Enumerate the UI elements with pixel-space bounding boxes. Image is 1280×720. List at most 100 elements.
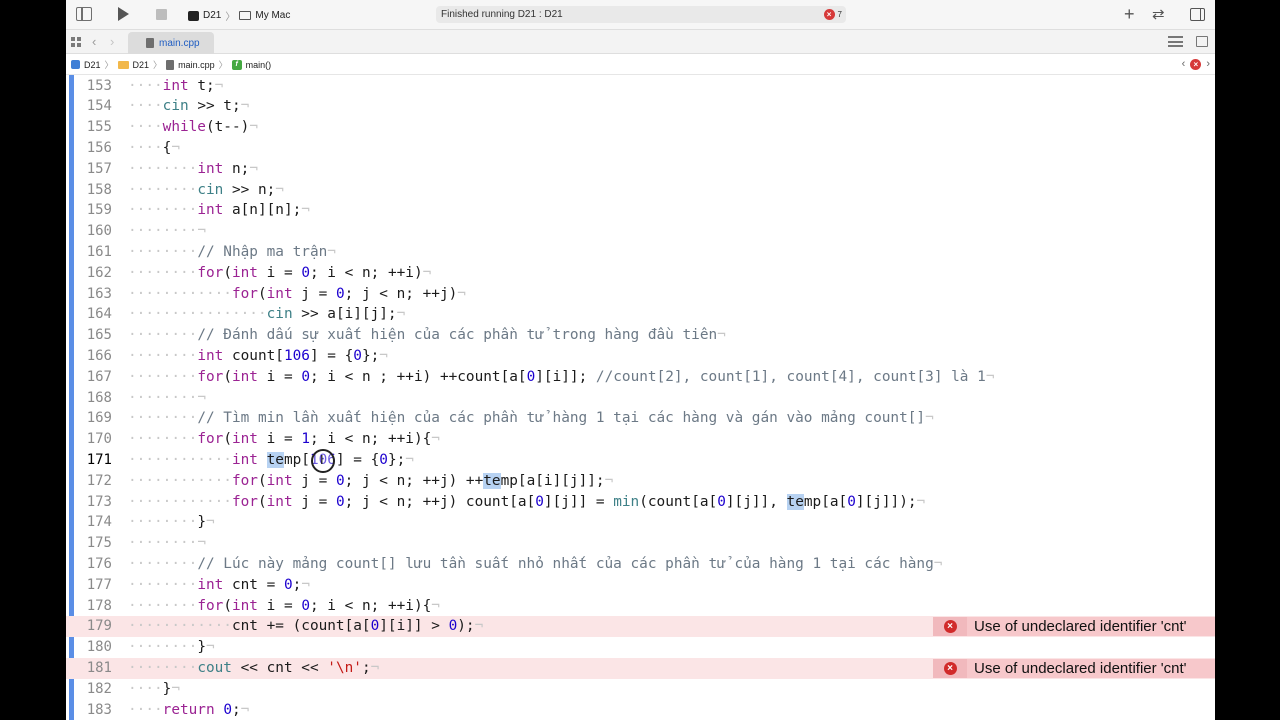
code-line[interactable]: 170 ········for(int i = 1; i < n; ++i){¬ [66, 429, 1215, 450]
code-text: ····cin >> t;¬ [128, 98, 250, 115]
code-line[interactable]: 180 ········}¬ [66, 637, 1215, 658]
destination-label: My Mac [255, 10, 291, 21]
line-number: 164 [86, 306, 112, 323]
scheme-selector[interactable]: D21 〉 My Mac [188, 8, 290, 23]
line-number: 179 [86, 618, 112, 635]
plus-icon[interactable]: + [1124, 4, 1135, 25]
line-number: 165 [86, 327, 112, 344]
code-text: ········for(int i = 0; i < n; ++i)¬ [128, 264, 432, 281]
code-line[interactable]: 169 ········// Tìm min lần xuất hiện của … [66, 408, 1215, 429]
code-line[interactable]: 183 ····return 0;¬ [66, 700, 1215, 720]
code-line[interactable]: 157 ········int n;¬ [66, 159, 1215, 180]
error-icon[interactable]: × [1190, 58, 1202, 70]
editor-options-icon[interactable] [1168, 36, 1183, 47]
code-line[interactable]: 174 ········}¬ [66, 512, 1215, 533]
line-number: 178 [86, 597, 112, 614]
code-line[interactable]: 153 ····int t;¬ [66, 76, 1215, 97]
line-number: 177 [86, 576, 112, 593]
chevron-left-icon[interactable]: ‹ [1182, 58, 1186, 70]
code-text: ············int temp[106] = {0};¬ [128, 451, 414, 468]
line-number: 156 [86, 139, 112, 156]
split-editor-icon[interactable] [1196, 36, 1208, 47]
error-annotation[interactable]: × Use of undeclared identifier 'cnt' [933, 617, 1215, 637]
code-text: ········}¬ [128, 639, 215, 656]
code-line[interactable]: 166 ········int count[106] = {0};¬ [66, 346, 1215, 367]
code-line[interactable]: 154 ····cin >> t;¬ [66, 96, 1215, 117]
code-line[interactable]: 163 ············for(int j = 0; j < n; ++j… [66, 284, 1215, 305]
error-message: Use of undeclared identifier 'cnt' [974, 659, 1187, 677]
toolbar: D21 〉 My Mac Finished running D21 : D21 … [66, 0, 1215, 30]
code-line[interactable]: 168 ········¬ [66, 388, 1215, 409]
code-line[interactable]: 156 ····{¬ [66, 138, 1215, 159]
line-number: 174 [86, 514, 112, 531]
code-text: ········¬ [128, 535, 206, 552]
code-text: ····int t;¬ [128, 77, 224, 94]
chevron-right-icon[interactable]: › [110, 34, 114, 49]
sidebar-icon[interactable] [76, 7, 92, 21]
stop-icon[interactable] [156, 9, 167, 20]
code-line[interactable]: 172 ············for(int j = 0; j < n; ++j… [66, 471, 1215, 492]
code-line[interactable]: 159 ········int a[n][n];¬ [66, 200, 1215, 221]
code-line[interactable]: 164 ················cin >> a[i][j];¬ [66, 304, 1215, 325]
activity-status[interactable]: Finished running D21 : D21 × 7 [436, 6, 846, 23]
code-line[interactable]: 176 ········// Lúc này mảng count[] lưu t… [66, 554, 1215, 575]
file-icon [146, 38, 154, 48]
code-text: ········}¬ [128, 514, 215, 531]
code-line[interactable]: 182 ····}¬ [66, 679, 1215, 700]
line-number: 181 [86, 659, 112, 676]
line-number: 163 [86, 285, 112, 302]
jump-folder[interactable]: D21 [117, 60, 149, 70]
code-line[interactable]: 155 ····while(t--)¬ [66, 117, 1215, 138]
chevron-right-icon[interactable]: › [1206, 58, 1210, 70]
code-text: ········int n;¬ [128, 160, 258, 177]
code-line[interactable]: 158 ········cin >> n;¬ [66, 180, 1215, 201]
code-line[interactable]: 175 ········¬ [66, 533, 1215, 554]
play-icon[interactable] [118, 7, 129, 21]
tab-main-cpp[interactable]: main.cpp [128, 32, 214, 54]
jump-file[interactable]: main.cpp [166, 59, 215, 70]
chevron-left-icon[interactable]: ‹ [92, 34, 96, 49]
code-line[interactable]: 181 ········cout << cnt << '\n';¬ × Use of … [66, 657, 1215, 679]
line-number: 175 [86, 535, 112, 552]
code-line[interactable]: 165 ········// Đánh dấu sự xuất hiện của … [66, 325, 1215, 346]
line-number: 155 [86, 119, 112, 136]
code-line[interactable]: 179 ············cnt += (count[a[0][i]] > … [66, 616, 1215, 638]
status-text: Finished running D21 : D21 [441, 9, 563, 20]
code-text: ····while(t--)¬ [128, 119, 258, 136]
error-annotation[interactable]: × Use of undeclared identifier 'cnt' [933, 658, 1215, 678]
code-text: ········// Đánh dấu sự xuất hiện của các… [128, 327, 726, 344]
code-line[interactable]: 162 ········for(int i = 0; i < n; ++i)¬ [66, 263, 1215, 284]
code-line[interactable]: 173 ············for(int j = 0; j < n; ++j… [66, 492, 1215, 513]
code-text: ············for(int j = 0; j < n; ++j)¬ [128, 285, 466, 302]
code-line[interactable]: 160 ········¬ [66, 221, 1215, 242]
line-number: 171 [86, 451, 112, 468]
line-number: 153 [86, 77, 112, 94]
issue-navigator: ‹ × › [1182, 58, 1210, 70]
text-cursor-icon [311, 449, 335, 473]
grid-icon[interactable] [71, 37, 81, 47]
project-icon [71, 60, 80, 69]
line-number: 183 [86, 701, 112, 718]
error-count-badge[interactable]: × 7 [823, 9, 842, 20]
inspector-icon[interactable] [1190, 8, 1205, 21]
line-number: 173 [86, 493, 112, 510]
jump-project[interactable]: D21 [71, 60, 101, 70]
swap-icon[interactable]: ⇄ [1152, 5, 1165, 23]
line-number: 157 [86, 160, 112, 177]
code-line[interactable]: 167 ········for(int i = 0; i < n ; ++i) +… [66, 367, 1215, 388]
line-number: 169 [86, 410, 112, 427]
line-number: 158 [86, 181, 112, 198]
code-text: ············for(int j = 0; j < n; ++j) +… [128, 472, 614, 489]
code-line[interactable]: 161 ········// Nhập ma trận¬ [66, 242, 1215, 263]
code-text: ········int cnt = 0;¬ [128, 576, 310, 593]
line-number: 162 [86, 264, 112, 281]
code-text: ········// Tìm min lần xuất hiện của các… [128, 410, 934, 427]
error-count: 7 [837, 10, 842, 19]
jump-function[interactable]: f main() [231, 59, 271, 70]
code-text: ············for(int j = 0; j < n; ++j) c… [128, 493, 926, 510]
code-editor[interactable]: 153 ····int t;¬ 154 ····cin >> t;¬ 155 ····wh… [66, 75, 1215, 720]
code-text: ········// Nhập ma trận¬ [128, 243, 336, 260]
code-line[interactable]: 171 ············int temp[106] = {0};¬ [66, 450, 1215, 471]
code-line[interactable]: 178 ········for(int i = 0; i < n; ++i){¬ [66, 596, 1215, 617]
code-line[interactable]: 177 ········int cnt = 0;¬ [66, 575, 1215, 596]
